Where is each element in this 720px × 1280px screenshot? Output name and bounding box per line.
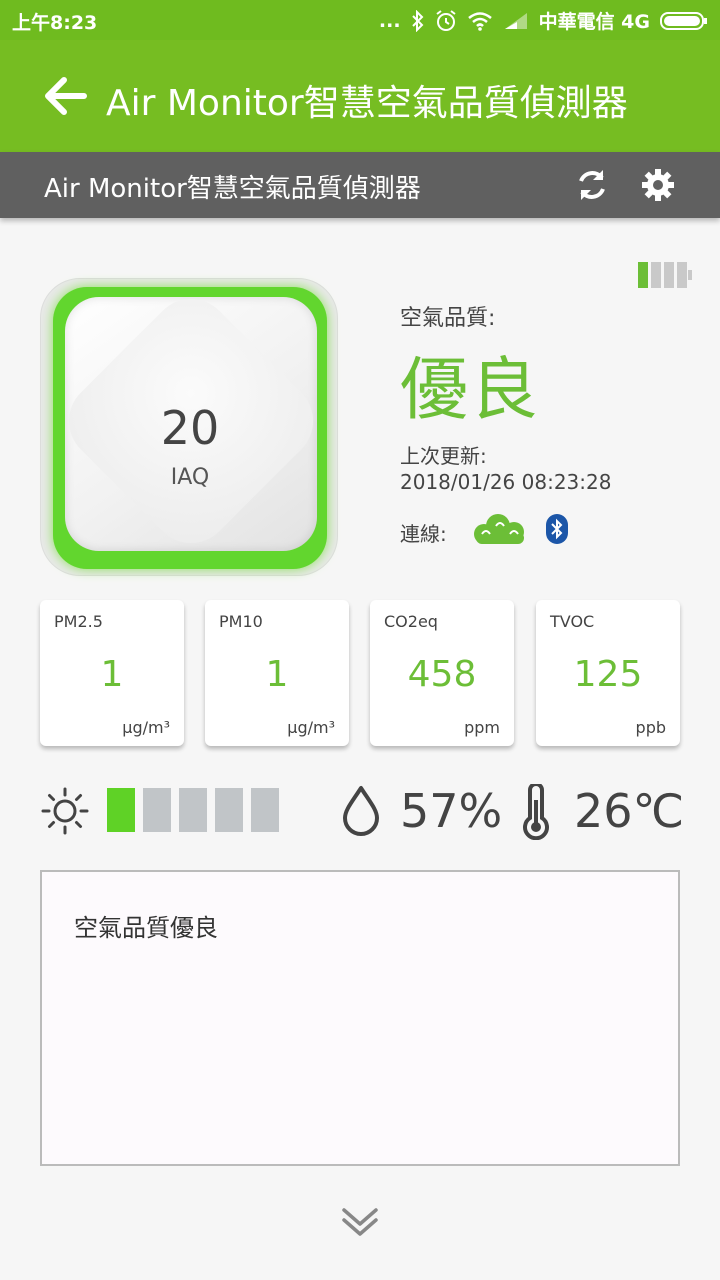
refresh-icon: [579, 170, 605, 200]
carrier-label: 中華電信 4G: [538, 11, 650, 33]
thermometer-icon: [520, 782, 552, 841]
refresh-button[interactable]: [572, 165, 612, 205]
metric-name: TVOC: [550, 612, 595, 631]
gear-icon: [642, 169, 674, 201]
bluetooth-status-icon: [411, 9, 425, 32]
metric-card-pm10: PM10 1 μg/m³: [205, 600, 349, 746]
device-image: 20 IAQ: [40, 278, 338, 576]
status-time: 上午8:23: [12, 12, 98, 34]
wifi-icon: [467, 11, 493, 31]
metric-unit: ppm: [464, 718, 500, 737]
message-text: 空氣品質優良: [74, 914, 218, 942]
metric-name: PM2.5: [54, 612, 103, 631]
message-box: 空氣品質優良: [40, 870, 680, 1166]
arrow-left-icon: [45, 77, 87, 115]
status-bar: 上午8:23 ... 中華電信 4G: [0, 0, 720, 40]
last-updated-label: 上次更新:: [400, 444, 487, 468]
light-level-segment: [179, 788, 207, 832]
last-updated-value: 2018/01/26 08:23:28: [400, 470, 612, 494]
sun-icon: [40, 786, 90, 836]
device-header: Air Monitor智慧空氣品質偵測器: [0, 152, 720, 218]
iaq-label: IAQ: [170, 465, 210, 490]
expand-button[interactable]: [340, 1204, 380, 1240]
metric-card-co2eq: CO2eq 458 ppm: [370, 600, 514, 746]
device-title: Air Monitor智慧空氣品質偵測器: [44, 174, 421, 204]
metric-unit: μg/m³: [287, 718, 335, 737]
metric-value: 458: [407, 654, 477, 695]
status-icons: ... 中華電信 4G: [379, 7, 708, 34]
light-level-segment: [107, 788, 135, 832]
metric-value: 125: [573, 654, 643, 695]
air-quality-label: 空氣品質:: [400, 306, 496, 331]
metric-card-pm25: PM2.5 1 μg/m³: [40, 600, 184, 746]
light-level-segment: [215, 788, 243, 832]
iaq-value: 20: [160, 401, 220, 455]
more-dots: ...: [378, 9, 401, 32]
battery-status-icon: [660, 11, 708, 31]
humidity-icon: [340, 784, 382, 836]
metric-unit: μg/m³: [122, 718, 170, 737]
signal-icon: [503, 11, 529, 31]
alarm-icon: [435, 9, 457, 32]
metric-value: 1: [265, 654, 289, 695]
cloud-connection-icon: [470, 512, 530, 546]
settings-button[interactable]: [638, 165, 678, 205]
temperature-value: 26℃: [574, 784, 685, 838]
connection-label: 連線:: [400, 522, 447, 546]
metric-name: PM10: [219, 612, 263, 631]
metric-value: 1: [100, 654, 124, 695]
app-bar: Air Monitor智慧空氣品質偵測器: [0, 40, 720, 152]
back-button[interactable]: [40, 74, 90, 118]
chevron-down-icon: [342, 1208, 378, 1236]
metric-unit: ppb: [635, 718, 666, 737]
device-battery-icon: [638, 262, 692, 288]
app-title: Air Monitor智慧空氣品質偵測器: [106, 83, 628, 124]
light-level-segment: [251, 788, 279, 832]
bluetooth-icon: [546, 514, 568, 544]
humidity-value: 57%: [400, 784, 503, 838]
air-quality-value: 優良: [400, 351, 541, 430]
metric-name: CO2eq: [384, 612, 438, 631]
metric-card-tvoc: TVOC 125 ppb: [536, 600, 680, 746]
light-level-segment: [143, 788, 171, 832]
